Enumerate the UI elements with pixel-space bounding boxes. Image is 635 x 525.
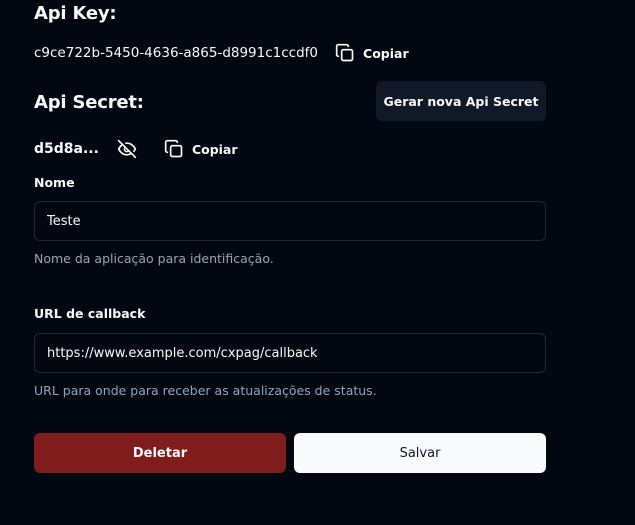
api-secret-heading: Api Secret:: [34, 92, 144, 113]
api-key-value: c9ce722b-5450-4636-a865-d8991c1ccdf0: [34, 45, 319, 61]
name-field-label: Nome: [34, 175, 75, 190]
callback-url-label: URL de callback: [34, 306, 146, 321]
eye-off-icon[interactable]: [117, 139, 137, 159]
api-key-copy-button[interactable]: Copiar: [335, 43, 409, 63]
generate-api-secret-button[interactable]: Gerar nova Api Secret: [376, 81, 546, 121]
copy-icon: [164, 139, 184, 159]
api-secret-value: d5d8a...: [34, 141, 99, 157]
callback-url-hint: URL para onde para receber as atualizaçõ…: [34, 383, 377, 398]
delete-button[interactable]: Deletar: [34, 433, 286, 473]
api-secret-copy-label: Copiar: [191, 141, 238, 157]
api-secret-row: d5d8a... Copiar: [34, 137, 238, 161]
api-key-copy-label: Copiar: [363, 45, 409, 61]
api-secret-copy-button[interactable]: Copiar: [164, 139, 238, 159]
name-field-hint: Nome da aplicação para identificação.: [34, 251, 274, 266]
name-input[interactable]: [34, 201, 546, 241]
callback-url-input[interactable]: [34, 333, 546, 373]
api-key-row: c9ce722b-5450-4636-a865-d8991c1ccdf0 Cop…: [34, 41, 409, 65]
api-key-heading: Api Key:: [34, 3, 117, 24]
copy-icon: [335, 43, 355, 63]
save-button[interactable]: Salvar: [294, 433, 546, 473]
api-credentials-panel: Api Key: c9ce722b-5450-4636-a865-d8991c1…: [0, 0, 635, 525]
